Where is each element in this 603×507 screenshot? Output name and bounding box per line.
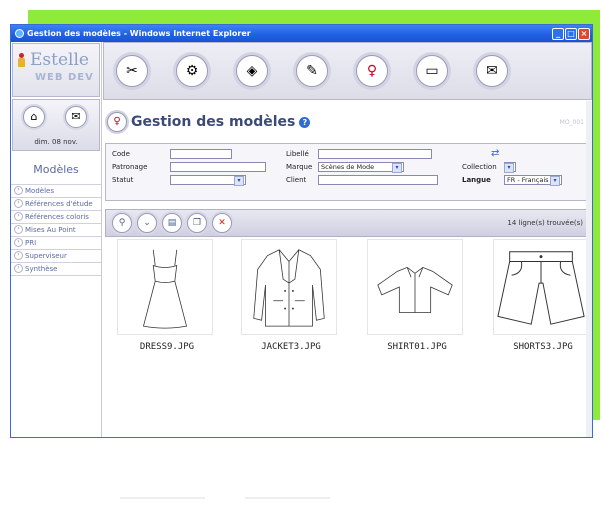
patronage-label: Patronage — [112, 163, 148, 171]
page-code: MO_001 — [559, 118, 584, 126]
gallery-item[interactable]: JACKET3.JPG — [241, 239, 341, 352]
left-column: Estelle WEB DEV ⌂ ✉ dim. 08 nov. Modèles… — [11, 42, 102, 437]
gallery-caption: SHIRT01.JPG — [387, 342, 447, 352]
gallery-caption: DRESS9.JPG — [139, 342, 195, 352]
page-title: Gestion des modèles — [131, 114, 296, 130]
code-label: Code — [112, 150, 130, 158]
client-field[interactable] — [318, 175, 438, 185]
model-gallery: DRESS9.JPG JACKET3.JPG SHIRT01.JPG SHORT… — [117, 239, 592, 369]
fabric-icon[interactable]: ◈ — [236, 55, 268, 87]
help-icon[interactable]: ? — [299, 116, 311, 128]
brand-name: Estelle — [30, 50, 89, 70]
main-toolbar: ✂ ⚙ ◈ ✎ ♀ ▭ ✉ — [103, 42, 592, 100]
marque-label: Marque — [286, 163, 313, 171]
gallery-item[interactable]: SHIRT01.JPG — [367, 239, 467, 352]
current-date: dim. 08 nov. — [34, 138, 78, 146]
envelope-icon[interactable]: ✉ — [476, 55, 508, 87]
collection-select[interactable] — [504, 162, 516, 173]
sidebar-item-modeles[interactable]: Modèles — [11, 185, 101, 198]
patronage-field[interactable] — [170, 162, 266, 172]
date-box: ⌂ ✉ dim. 08 nov. — [12, 99, 100, 151]
results-count: 14 ligne(s) trouvée(s) — [507, 219, 583, 227]
sidebar-item-superviseur[interactable]: Superviseur — [11, 250, 101, 263]
mail-edit-icon[interactable]: ✉ — [65, 106, 87, 128]
gallery-item[interactable]: DRESS9.JPG — [117, 239, 217, 352]
home-icon[interactable]: ⌂ — [23, 106, 45, 128]
client-label: Client — [286, 176, 307, 184]
sidebar-item-pri[interactable]: PRI — [11, 237, 101, 250]
minimize-button[interactable]: _ — [552, 27, 564, 40]
sidebar-title: Modèles — [33, 163, 79, 176]
marque-select[interactable]: Scènes de Mode — [318, 162, 404, 173]
mannequin-icon — [17, 53, 26, 67]
sidebar-item-mises-au-point[interactable]: Mises Au Point — [11, 224, 101, 237]
main-content: ♀ Gestion des modèles ? MO_001 Code Patr… — [103, 101, 592, 437]
dress-figure-icon: ♀ — [107, 112, 127, 132]
ie-icon — [15, 29, 24, 38]
shorts-drawing — [497, 251, 585, 325]
close-button[interactable]: × — [578, 27, 590, 40]
collection-label: Collection — [462, 163, 497, 171]
copy-document-icon[interactable]: ❐ — [187, 213, 207, 233]
shirt-drawing — [377, 266, 453, 313]
sidebar-item-references-etude[interactable]: Références d'étude — [11, 198, 101, 211]
libelle-field[interactable] — [318, 149, 432, 159]
shorts-thumbnail[interactable] — [493, 239, 589, 335]
gallery-caption: SHORTS3.JPG — [513, 342, 573, 352]
dress-figure-icon[interactable]: ♀ — [356, 55, 388, 87]
search-form: Code Patronage Statut Libellé Marque Scè… — [105, 143, 590, 201]
sidebar-nav: Modèles Références d'étude Références co… — [11, 184, 101, 276]
scrollbar[interactable] — [586, 101, 592, 437]
dress-thumbnail[interactable] — [117, 239, 213, 335]
jacket-thumbnail[interactable] — [241, 239, 337, 335]
filter-icon[interactable]: ⌄ — [137, 213, 157, 233]
code-field[interactable] — [170, 149, 232, 159]
refresh-icon[interactable]: ⇄ — [491, 148, 499, 159]
window-title: Gestion des modèles - Windows Internet E… — [27, 29, 251, 38]
libelle-label: Libellé — [286, 150, 309, 158]
sidebar-item-synthese[interactable]: Synthèse — [11, 263, 101, 276]
window-controls: _ □ × — [552, 27, 590, 40]
gallery-item[interactable]: SHORTS3.JPG — [493, 239, 592, 352]
statut-label: Statut — [112, 176, 134, 184]
action-bar: ⚲ ⌄ ▤ ❐ ✕ 14 ligne(s) trouvée(s) — [105, 209, 590, 237]
new-document-icon[interactable]: ▤ — [162, 213, 182, 233]
logo[interactable]: Estelle WEB DEV — [12, 43, 100, 97]
langue-select[interactable]: FR - Français — [504, 175, 562, 186]
folder-icon[interactable]: ▭ — [416, 55, 448, 87]
title-bar: Gestion des modèles - Windows Internet E… — [11, 25, 592, 42]
shirt-thumbnail[interactable] — [367, 239, 463, 335]
langue-label: Langue — [462, 176, 491, 184]
browser-window: Gestion des modèles - Windows Internet E… — [10, 24, 593, 438]
brand-subtitle: WEB DEV — [35, 72, 94, 83]
gallery-caption: JACKET3.JPG — [261, 342, 321, 352]
jacket-drawing — [253, 249, 325, 327]
gear-box-icon[interactable]: ⚙ — [176, 55, 208, 87]
dress-drawing — [142, 249, 188, 329]
search-icon[interactable]: ⚲ — [112, 213, 132, 233]
faint-footer — [120, 497, 330, 501]
pencil-palette-icon[interactable]: ✎ — [296, 55, 328, 87]
page-header: ♀ Gestion des modèles ? MO_001 — [103, 101, 592, 143]
maximize-button[interactable]: □ — [565, 27, 577, 40]
sidebar-item-references-coloris[interactable]: Références coloris — [11, 211, 101, 224]
app-area: Estelle WEB DEV ⌂ ✉ dim. 08 nov. Modèles… — [11, 42, 592, 437]
statut-select[interactable] — [170, 175, 246, 186]
sewing-kit-icon[interactable]: ✂ — [116, 55, 148, 87]
delete-icon[interactable]: ✕ — [212, 213, 232, 233]
